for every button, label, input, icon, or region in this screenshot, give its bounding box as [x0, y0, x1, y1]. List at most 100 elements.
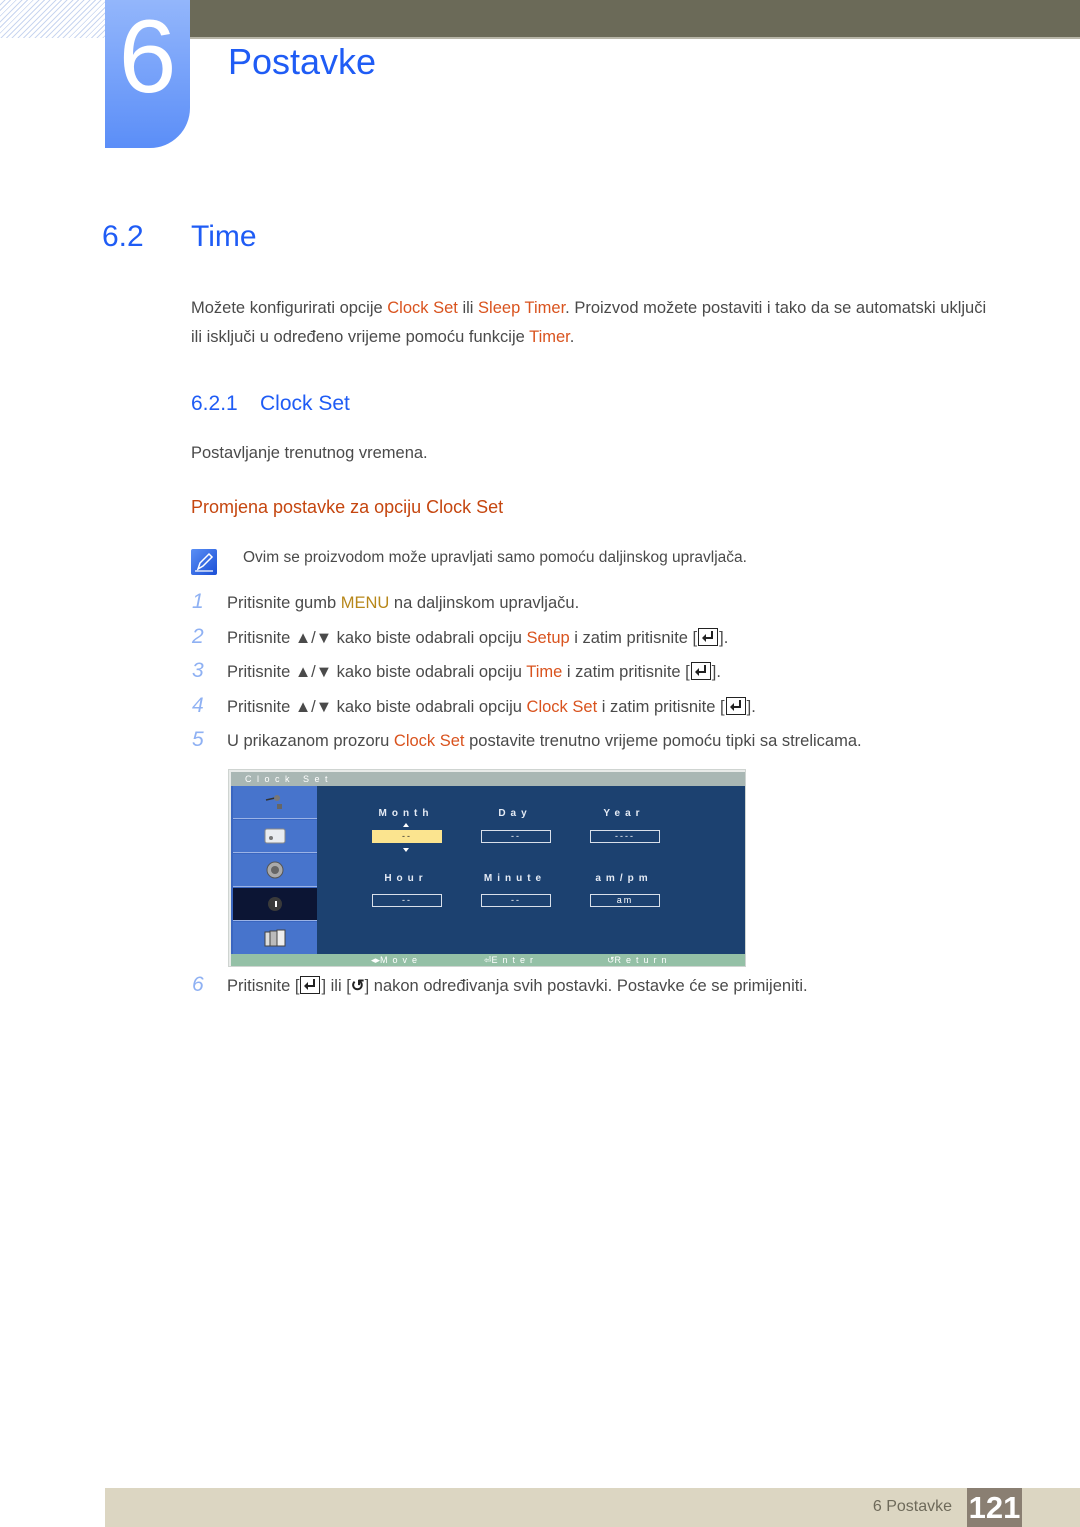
label-year: Year	[603, 808, 645, 819]
label-month: Month	[378, 808, 434, 819]
highlight-term: Setup	[526, 629, 570, 647]
clock-set-osd: Clock Set Month Day Year -- -- ---- Hour…	[228, 769, 746, 967]
subsection-heading: 6.2.1 Clock Set	[191, 390, 350, 418]
speaker-icon	[266, 861, 284, 879]
osd-menu-multi[interactable]	[233, 922, 317, 955]
text-run: ili	[457, 299, 479, 317]
osd-footer: ◂▸Move ⏎Enter ↺Return	[231, 954, 745, 966]
step-number: 6	[192, 973, 204, 996]
osd-sidebar	[231, 786, 317, 955]
note-text: Ovim se proizvodom može upravljati samo …	[243, 549, 747, 566]
header-divider	[190, 37, 1080, 39]
enter-icon: ⏎	[484, 955, 492, 965]
osd-menu-input[interactable]	[233, 786, 317, 819]
label-day: Day	[498, 808, 532, 819]
text-run: i zatim pritisnite [	[597, 698, 725, 716]
month-up-arrow-icon[interactable]	[403, 823, 409, 827]
move-arrows-icon: ◂▸	[371, 955, 381, 965]
hour-field[interactable]: --	[372, 894, 442, 907]
text-run: i zatim pritisnite [	[569, 629, 698, 647]
highlight-term: Clock Set	[526, 698, 598, 716]
step-2: 2 Pritisnite ▲/▼ kako biste odabrali opci…	[192, 625, 728, 650]
osd-main-panel: Month Day Year -- -- ---- Hour Minute am…	[317, 786, 745, 954]
text-run: Možete konfigurirati opcije	[191, 299, 388, 317]
step-5: 5 U prikazanom prozoru Clock Set postavit…	[192, 728, 862, 753]
text-run: Pritisnite gumb	[227, 594, 341, 612]
step-number: 3	[192, 659, 204, 682]
subsection-description: Postavljanje trenutnog vremena.	[191, 444, 428, 462]
step-6: 6 Pritisnite [ ] ili [↺] nakon određivanja…	[192, 973, 808, 998]
text-run: U prikazanom prozoru	[227, 732, 394, 750]
step-number: 4	[192, 694, 204, 717]
section-number: 6.2	[102, 220, 144, 253]
text-run: ].	[719, 629, 729, 647]
osd-title-bar: Clock Set	[231, 772, 745, 786]
enter-key-icon	[698, 628, 719, 646]
chapter-title: Postavke	[228, 41, 377, 82]
text-run: ].	[746, 698, 756, 716]
osd-move-hint: ◂▸Move	[371, 955, 423, 965]
day-field[interactable]: --	[481, 830, 551, 843]
return-key-icon: ↺	[350, 977, 365, 995]
minute-field[interactable]: --	[481, 894, 551, 907]
text-run: Pritisnite ▲/▼ kako biste odabrali opcij…	[227, 629, 527, 647]
highlight-term: Clock Set	[387, 299, 458, 317]
text-run: .	[569, 328, 575, 346]
decorative-stripes	[0, 0, 105, 38]
section-heading: 6.2 Time	[102, 218, 257, 256]
subsection-number: 6.2.1	[191, 392, 238, 415]
text-run: na daljinskom upravljaču.	[389, 594, 580, 612]
text-run: Pritisnite ▲/▼ kako biste odabrali opcij…	[227, 663, 527, 681]
plug-icon	[265, 795, 282, 809]
label-hour: Hour	[384, 873, 428, 884]
subsection-title: Clock Set	[260, 392, 350, 415]
intro-paragraph: Možete konfigurirati opcije Clock Set il…	[191, 294, 1001, 352]
ampm-field[interactable]: am	[590, 894, 660, 907]
step-number: 5	[192, 728, 204, 751]
step-1: 1 Pritisnite gumb MENU na daljinskom upra…	[192, 590, 579, 615]
highlight-term: Time	[526, 663, 563, 681]
osd-menu-setup[interactable]	[233, 888, 317, 921]
multi-screen-icon	[264, 929, 286, 947]
chapter-tab: 6	[105, 0, 190, 148]
note-pencil-icon	[191, 549, 217, 575]
text-run: ] ili [	[321, 977, 351, 995]
page-number: 121	[967, 1488, 1022, 1527]
year-field[interactable]: ----	[590, 830, 660, 843]
step-3: 3 Pritisnite ▲/▼ kako biste odabrali opci…	[192, 659, 721, 684]
highlight-term: MENU	[340, 594, 390, 612]
text-run: Pritisnite [	[227, 977, 300, 995]
text-run: ] nakon određivanja svih postavki. Posta…	[364, 977, 808, 995]
text-run: Pritisnite ▲/▼ kako biste odabrali opcij…	[227, 698, 527, 716]
highlight-term: Sleep Timer	[478, 299, 566, 317]
text-run: i zatim pritisnite [	[562, 663, 690, 681]
step-number: 1	[192, 590, 204, 613]
enter-key-icon	[300, 976, 321, 994]
osd-enter-hint: ⏎Enter	[484, 955, 539, 965]
month-down-arrow-icon[interactable]	[403, 848, 409, 852]
section-title: Time	[191, 220, 257, 253]
osd-return-hint: ↺Return	[607, 955, 672, 965]
return-icon: ↺	[607, 955, 615, 965]
gear-icon	[268, 897, 282, 911]
text-run: postavite trenutno vrijeme pomoću tipki …	[464, 732, 862, 750]
picture-icon	[264, 828, 286, 844]
label-ampm: am/pm	[595, 873, 653, 884]
step-4: 4 Pritisnite ▲/▼ kako biste odabrali opci…	[192, 694, 756, 719]
osd-menu-picture[interactable]	[233, 820, 317, 853]
page-footer: 6 Postavke 121	[105, 1488, 1080, 1527]
header-bar	[190, 0, 1080, 37]
month-field[interactable]: --	[372, 830, 442, 843]
label-minute: Minute	[483, 873, 547, 884]
osd-menu-sound[interactable]	[233, 854, 317, 887]
enter-key-icon	[725, 697, 746, 715]
enter-key-icon	[690, 662, 711, 680]
text-run: ].	[711, 663, 721, 681]
osd-title: Clock Set	[245, 774, 334, 784]
chapter-number: 6	[118, 0, 177, 115]
footer-chapter-label: 6 Postavke	[872, 1498, 952, 1515]
highlight-term: Timer	[529, 328, 570, 346]
step-number: 2	[192, 625, 204, 648]
highlight-term: Clock Set	[393, 732, 465, 750]
procedure-heading: Promjena postavke za opciju Clock Set	[191, 497, 504, 517]
